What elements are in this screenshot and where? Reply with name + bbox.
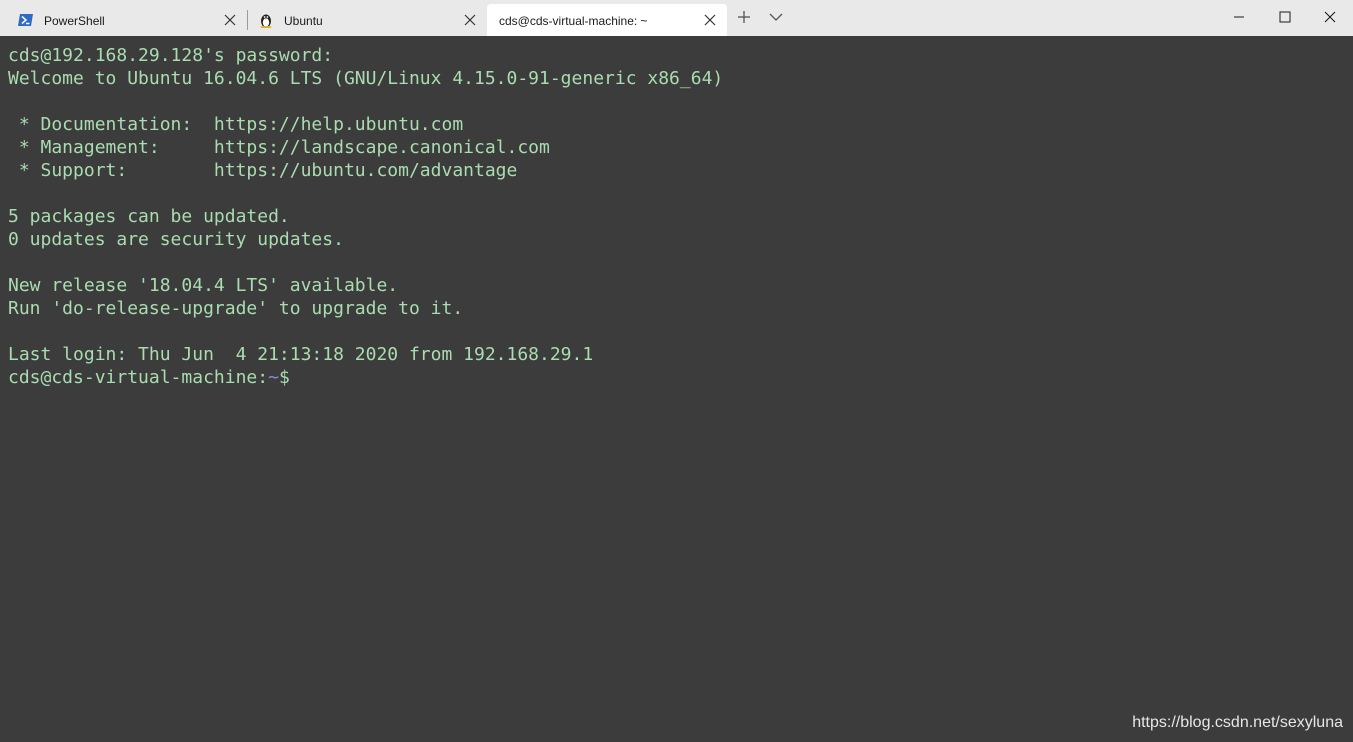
- close-icon: [1324, 11, 1336, 26]
- prompt-symbol: $: [278, 367, 290, 388]
- close-tab-icon[interactable]: [463, 13, 477, 27]
- minimize-icon: [1233, 11, 1245, 26]
- close-tab-icon[interactable]: [223, 13, 237, 27]
- maximize-icon: [1279, 11, 1291, 26]
- terminal-line: Welcome to Ubuntu 16.04.6 LTS (GNU/Linux…: [8, 68, 724, 89]
- terminal-line: * Documentation: https://help.ubuntu.com: [8, 114, 464, 135]
- terminal-line: Run 'do-release-upgrade' to upgrade to i…: [8, 298, 464, 319]
- maximize-button[interactable]: [1262, 0, 1308, 36]
- tab-bar: PowerShell Ubuntu cds@cds-virtual-machin…: [0, 0, 1353, 36]
- prompt-user-host: cds@cds-virtual-machine:: [8, 367, 269, 388]
- terminal-line: 0 updates are security updates.: [8, 229, 344, 250]
- tab-label: cds@cds-virtual-machine: ~: [499, 14, 648, 28]
- terminal-line: * Support: https://ubuntu.com/advantage: [8, 160, 518, 181]
- terminal-line: * Management: https://landscape.canonica…: [8, 137, 550, 158]
- terminal-line: Last login: Thu Jun 4 21:13:18 2020 from…: [8, 344, 594, 365]
- terminal-line: cds@192.168.29.128's password:: [8, 45, 334, 66]
- tab-ssh-session[interactable]: cds@cds-virtual-machine: ~: [487, 4, 727, 36]
- terminal-line: New release '18.04.4 LTS' available.: [8, 275, 399, 296]
- watermark: https://blog.csdn.net/sexyluna: [1132, 714, 1343, 731]
- tab-label: Ubuntu: [284, 14, 323, 28]
- tux-penguin-icon: [258, 12, 274, 28]
- prompt-path: ~: [268, 367, 279, 388]
- plus-icon: [737, 10, 751, 27]
- tab-label: PowerShell: [44, 14, 105, 28]
- chevron-down-icon: [769, 11, 783, 25]
- shell-prompt[interactable]: cds@cds-virtual-machine:~$: [8, 366, 290, 389]
- tab-dropdown-button[interactable]: [764, 0, 788, 36]
- new-tab-button[interactable]: [732, 0, 756, 36]
- minimize-button[interactable]: [1216, 0, 1262, 36]
- close-tab-icon[interactable]: [703, 13, 717, 27]
- powershell-icon: [18, 12, 34, 28]
- terminal-window: PowerShell Ubuntu cds@cds-virtual-machin…: [0, 0, 1353, 742]
- tab-ubuntu[interactable]: Ubuntu: [248, 4, 484, 36]
- close-window-button[interactable]: [1307, 0, 1353, 36]
- terminal-output[interactable]: cds@192.168.29.128's password: Welcome t…: [0, 36, 1353, 742]
- terminal-line: 5 packages can be updated.: [8, 206, 290, 227]
- tab-powershell[interactable]: PowerShell: [0, 4, 244, 36]
